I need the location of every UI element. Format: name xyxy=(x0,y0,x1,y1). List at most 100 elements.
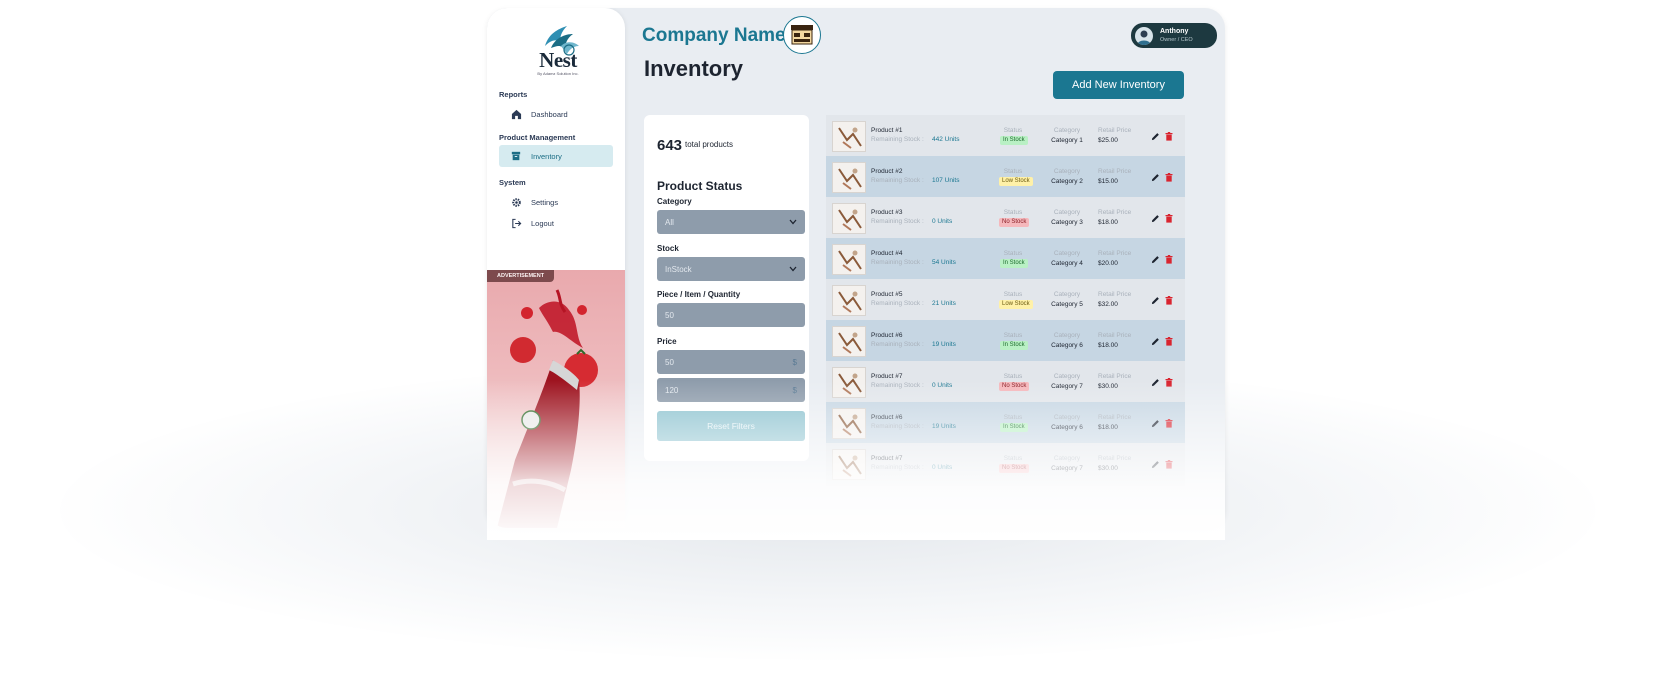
advertisement-label: ADVERTISEMENT xyxy=(487,270,555,282)
table-row[interactable]: Product #5 Remaining Stock : 21 Units Statu… xyxy=(826,279,1185,322)
user-profile-pill[interactable]: Anthony Owner / CEO xyxy=(1131,23,1217,48)
delete-trash-icon[interactable] xyxy=(1165,378,1173,387)
status-label: Status xyxy=(1003,209,1023,216)
status-badge: No Stock xyxy=(999,382,1030,391)
retail-price-label: Retail Price xyxy=(1098,168,1132,175)
edit-pencil-icon[interactable] xyxy=(1151,419,1160,428)
table-row[interactable]: Product #7 Remaining Stock : 0 Units Status… xyxy=(826,443,1185,486)
category-value: Category 3 xyxy=(1051,219,1083,226)
product-image xyxy=(838,332,862,354)
table-row[interactable]: Product #6 Remaining Stock : 19 Units Statu… xyxy=(826,320,1185,363)
price-max-input[interactable]: 120 $ xyxy=(657,378,805,402)
retail-price-label: Retail Price xyxy=(1098,209,1132,216)
remaining-stock-label: Remaining Stock : xyxy=(871,382,924,389)
retail-price-label: Retail Price xyxy=(1098,455,1132,462)
category-value: Category 6 xyxy=(1051,342,1083,349)
status-label: Status xyxy=(1003,127,1023,134)
status-label: Status xyxy=(1003,250,1023,257)
category-label: Category xyxy=(1053,373,1081,380)
retail-price-label: Retail Price xyxy=(1098,291,1132,298)
category-label: Category xyxy=(1053,332,1081,339)
table-row[interactable]: Product #6 Remaining Stock : 19 Units Statu… xyxy=(826,402,1185,445)
storefront-icon xyxy=(791,25,813,45)
advertisement-banner[interactable]: ADVERTISEMENT xyxy=(487,270,625,528)
product-thumbnail xyxy=(832,121,866,152)
price-min-value: 50 xyxy=(665,357,674,367)
product-thumbnail xyxy=(832,285,866,316)
product-thumbnail xyxy=(832,326,866,357)
ketchup-ad-image xyxy=(497,289,598,528)
delete-trash-icon[interactable] xyxy=(1165,337,1173,346)
stock-select[interactable]: InStock xyxy=(657,257,805,281)
quantity-input-value: 50 xyxy=(665,310,674,320)
product-thumbnail xyxy=(832,449,866,480)
table-row[interactable]: Product #4 Remaining Stock : 54 Units Statu… xyxy=(826,238,1185,281)
user-role: Owner / CEO xyxy=(1160,37,1193,43)
category-label: Category xyxy=(1053,414,1081,421)
remaining-stock-value: 19 Units xyxy=(932,423,956,430)
edit-pencil-icon[interactable] xyxy=(1151,296,1160,305)
category-label: Category xyxy=(1053,209,1081,216)
delete-trash-icon[interactable] xyxy=(1165,214,1173,223)
company-logo[interactable] xyxy=(783,16,821,54)
currency-symbol: $ xyxy=(792,357,797,367)
product-image xyxy=(838,250,862,272)
sidebar-item-dashboard[interactable]: Dashboard xyxy=(499,103,613,125)
add-new-inventory-button[interactable]: Add New Inventory xyxy=(1053,71,1184,99)
edit-pencil-icon[interactable] xyxy=(1151,173,1160,182)
edit-pencil-icon[interactable] xyxy=(1151,378,1160,387)
category-value: Category 4 xyxy=(1051,260,1083,267)
quantity-filter-label: Piece / Item / Quantity xyxy=(657,290,741,299)
table-row[interactable]: Product #3 Remaining Stock : 0 Units Status… xyxy=(826,197,1185,240)
remaining-stock-label: Remaining Stock : xyxy=(871,464,924,471)
remaining-stock-value: 0 Units xyxy=(932,218,953,225)
table-row[interactable]: Product #1 Remaining Stock : 442 Units Stat… xyxy=(826,115,1185,158)
total-products-count: 643 xyxy=(657,137,683,154)
category-select-value: All xyxy=(665,217,674,227)
category-value: Category 5 xyxy=(1051,301,1083,308)
remaining-stock-label: Remaining Stock : xyxy=(871,423,924,430)
quantity-input[interactable]: 50 xyxy=(657,303,805,327)
product-image xyxy=(838,455,862,477)
status-label: Status xyxy=(1003,373,1023,380)
edit-pencil-icon[interactable] xyxy=(1151,132,1160,141)
product-name: Product #1 xyxy=(871,127,903,134)
delete-trash-icon[interactable] xyxy=(1165,255,1173,264)
product-image xyxy=(838,291,862,313)
table-row[interactable]: Product #7 Remaining Stock : 0 Units Status… xyxy=(826,361,1185,404)
app-window: Nest By Adamz Solution Inc. Reports Dash… xyxy=(487,8,1225,528)
product-name: Product #6 xyxy=(871,414,903,421)
logo-text: Nest xyxy=(539,48,577,72)
delete-trash-icon[interactable] xyxy=(1165,173,1173,182)
product-thumbnail xyxy=(832,367,866,398)
edit-pencil-icon[interactable] xyxy=(1151,255,1160,264)
sidebar-item-logout[interactable]: Logout xyxy=(499,212,613,234)
status-badge: Low Stock xyxy=(999,300,1033,309)
edit-pencil-icon[interactable] xyxy=(1151,337,1160,346)
remaining-stock-value: 0 Units xyxy=(932,382,953,389)
retail-price-label: Retail Price xyxy=(1098,373,1132,380)
sidebar-item-settings[interactable]: Settings xyxy=(499,191,613,213)
delete-trash-icon[interactable] xyxy=(1165,296,1173,305)
status-badge: Low Stock xyxy=(999,177,1033,186)
sidebar-item-inventory[interactable]: Inventory xyxy=(499,145,613,167)
home-icon xyxy=(510,108,522,120)
product-status-title: Product Status xyxy=(657,179,743,193)
currency-symbol: $ xyxy=(792,385,797,395)
status-label: Status xyxy=(1003,291,1023,298)
delete-trash-icon[interactable] xyxy=(1165,132,1173,141)
category-label: Category xyxy=(1053,291,1081,298)
product-name: Product #5 xyxy=(871,291,903,298)
stage: Nest By Adamz Solution Inc. Reports Dash… xyxy=(0,0,1656,676)
category-value: Category 6 xyxy=(1051,424,1083,431)
remaining-stock-label: Remaining Stock : xyxy=(871,136,924,143)
retail-price-label: Retail Price xyxy=(1098,332,1132,339)
edit-pencil-icon[interactable] xyxy=(1151,460,1160,469)
table-row[interactable]: Product #2 Remaining Stock : 107 Units Stat… xyxy=(826,156,1185,199)
price-min-input[interactable]: 50 $ xyxy=(657,350,805,374)
category-select[interactable]: All xyxy=(657,210,805,234)
edit-pencil-icon[interactable] xyxy=(1151,214,1160,223)
reset-filters-button[interactable]: Reset Filters xyxy=(657,411,805,441)
delete-trash-icon[interactable] xyxy=(1165,460,1173,469)
delete-trash-icon[interactable] xyxy=(1165,419,1173,428)
